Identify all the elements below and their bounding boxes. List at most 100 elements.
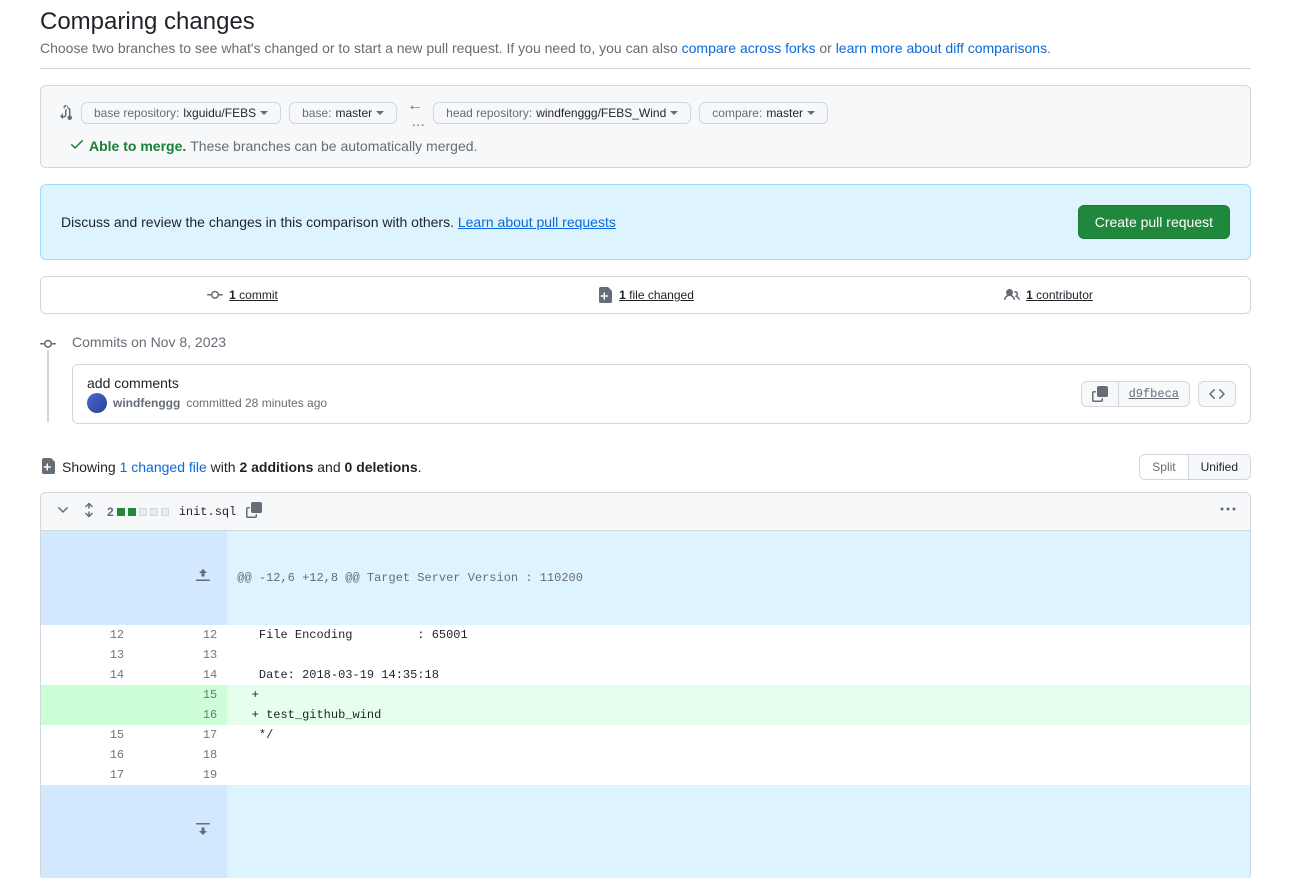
changed-files-link[interactable]: 1 changed file <box>120 459 207 475</box>
new-lineno[interactable]: 17 <box>134 725 227 745</box>
old-lineno[interactable]: 14 <box>41 665 134 685</box>
diff-table: @@ -12,6 +12,8 @@ Target Server Version … <box>41 531 1250 878</box>
diffstat-block-add <box>128 508 136 516</box>
author-avatar[interactable] <box>87 393 107 413</box>
old-lineno[interactable] <box>41 705 134 725</box>
files-label: file changed <box>626 288 694 302</box>
subtitle-text: Choose two branches to see what's change… <box>40 40 682 56</box>
new-lineno[interactable]: 12 <box>134 625 227 645</box>
timeline-line <box>47 350 49 422</box>
caret-down-icon <box>376 111 384 119</box>
diff-row: 1719 <box>41 765 1250 785</box>
diffstat-block-neutral <box>161 508 169 516</box>
subtitle-mid: or <box>815 40 835 56</box>
browse-code-button[interactable] <box>1198 381 1236 407</box>
head-repo-label: head repository: <box>446 106 532 120</box>
swap-ellipsis[interactable]: … <box>411 114 425 128</box>
diff-row: 1212 File Encoding : 65001 <box>41 625 1250 645</box>
timeline-date: Commits on Nov 8, 2023 <box>72 334 226 350</box>
diff-row: 1313 <box>41 645 1250 665</box>
files-stat[interactable]: 1 file changed <box>444 277 847 313</box>
caret-down-icon <box>807 111 815 119</box>
contributors-stat[interactable]: 1 contributor <box>847 277 1250 313</box>
copy-sha-button[interactable] <box>1081 381 1118 407</box>
commit-sha-link[interactable]: d9fbeca <box>1118 381 1190 407</box>
caret-down-icon <box>260 111 268 119</box>
split-view-button[interactable]: Split <box>1140 455 1187 479</box>
head-repo-selector[interactable]: head repository: windfenggg/FEBS_Wind <box>433 102 691 124</box>
file-menu-button[interactable] <box>1220 501 1236 522</box>
file-header: 2 init.sql <box>41 493 1250 531</box>
code-line: File Encoding : 65001 <box>227 625 1250 645</box>
compare-branch-label: compare: <box>712 106 762 120</box>
expand-up-button[interactable] <box>137 551 217 602</box>
diff-row-addition: 15+ <box>41 685 1250 705</box>
contributors-label: contributor <box>1033 288 1093 302</box>
base-branch-value: master <box>335 106 372 120</box>
new-lineno[interactable]: 13 <box>134 645 227 665</box>
page-title: Comparing changes <box>40 8 1251 36</box>
diffstat: 2 <box>107 505 169 519</box>
diffstat-block-neutral <box>139 508 147 516</box>
diff-row: 1618 <box>41 745 1250 765</box>
compare-branch-value: master <box>766 106 803 120</box>
commit-meta-text: committed 28 minutes ago <box>186 396 327 410</box>
compare-across-forks-link[interactable]: compare across forks <box>682 40 816 56</box>
old-lineno[interactable]: 15 <box>41 725 134 745</box>
commits-stat[interactable]: 1 commit <box>41 277 444 313</box>
learn-diff-link[interactable]: learn more about diff comparisons <box>836 40 1047 56</box>
view-toggle: Split Unified <box>1139 454 1251 480</box>
new-lineno[interactable]: 18 <box>134 745 227 765</box>
additions-count: 2 additions <box>239 459 313 475</box>
diffstat-block-neutral <box>150 508 158 516</box>
expand-all-button[interactable] <box>81 502 97 521</box>
base-repo-selector[interactable]: base repository: lxguidu/FEBS <box>81 102 281 124</box>
base-branch-selector[interactable]: base: master <box>289 102 397 124</box>
new-lineno[interactable]: 19 <box>134 765 227 785</box>
code-line: Date: 2018-03-19 14:35:18 <box>227 665 1250 685</box>
diff-end: . <box>418 459 422 475</box>
diff-row: 1517 */ <box>41 725 1250 745</box>
file-diff-icon <box>40 458 56 477</box>
divider <box>40 68 1251 69</box>
commits-label: commit <box>236 288 278 302</box>
head-repo-value: windfenggg/FEBS_Wind <box>536 106 666 120</box>
diff-mid2: and <box>313 459 344 475</box>
old-lineno[interactable]: 13 <box>41 645 134 665</box>
hunk-header-row: @@ -12,6 +12,8 @@ Target Server Version … <box>41 531 1250 625</box>
compare-branch-selector[interactable]: compare: master <box>699 102 828 124</box>
diff-row: 1414 Date: 2018-03-19 14:35:18 <box>41 665 1250 685</box>
expand-down-row <box>41 785 1250 878</box>
author-link[interactable]: windfenggg <box>113 396 180 410</box>
base-repo-value: lxguidu/FEBS <box>183 106 256 120</box>
old-lineno[interactable]: 12 <box>41 625 134 645</box>
base-repo-label: base repository: <box>94 106 179 120</box>
merge-status: Able to merge. These branches can be aut… <box>69 136 477 155</box>
new-lineno[interactable]: 14 <box>134 665 227 685</box>
old-lineno[interactable]: 16 <box>41 745 134 765</box>
old-lineno[interactable] <box>41 685 134 705</box>
old-lineno[interactable]: 17 <box>41 765 134 785</box>
commits-timeline: Commits on Nov 8, 2023 add comments wind… <box>40 334 1251 424</box>
diff-mid1: with <box>207 459 240 475</box>
commit-item: add comments windfenggg committed 28 min… <box>72 364 1251 424</box>
pr-banner: Discuss and review the changes in this c… <box>40 184 1251 260</box>
new-lineno[interactable]: 15 <box>134 685 227 705</box>
commit-title-link[interactable]: add comments <box>87 375 179 391</box>
check-icon <box>69 136 85 155</box>
expand-down-button[interactable] <box>137 805 217 856</box>
file-diff-box: 2 init.sql <box>40 492 1251 878</box>
new-lineno[interactable]: 16 <box>134 705 227 725</box>
learn-pr-link[interactable]: Learn about pull requests <box>458 214 616 230</box>
collapse-file-button[interactable] <box>55 502 71 521</box>
unified-view-button[interactable]: Unified <box>1188 455 1250 479</box>
copy-path-button[interactable] <box>246 502 262 521</box>
create-pr-button[interactable]: Create pull request <box>1078 205 1230 239</box>
file-name-link[interactable]: init.sql <box>179 505 237 519</box>
code-line: */ <box>227 725 1250 745</box>
contributors-count: 1 <box>1026 288 1033 302</box>
code-line <box>227 745 1250 765</box>
base-branch-label: base: <box>302 106 331 120</box>
files-count: 1 <box>619 288 626 302</box>
caret-down-icon <box>670 111 678 119</box>
